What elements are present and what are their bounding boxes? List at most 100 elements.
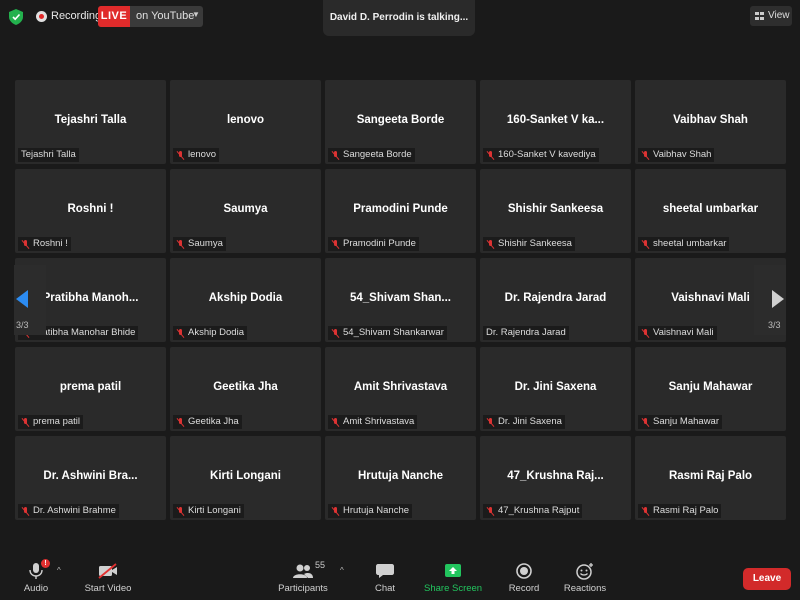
participant-tile[interactable]: Rasmi Raj Palo Rasmi Raj Palo: [635, 436, 786, 520]
audio-options-chevron-icon[interactable]: ^: [57, 566, 61, 575]
participants-options-chevron-icon[interactable]: ^: [340, 566, 344, 575]
participant-name-label: Roshni !: [18, 237, 71, 251]
participant-label-text: Akship Dodia: [188, 327, 244, 338]
participant-tile[interactable]: prema patil prema patil: [15, 347, 166, 431]
participant-tile[interactable]: Kirti Longani Kirti Longani: [170, 436, 321, 520]
muted-microphone-icon: [641, 239, 650, 250]
participant-tile[interactable]: Dr. Rajendra Jarad Dr. Rajendra Jarad: [480, 258, 631, 342]
muted-microphone-icon: [176, 239, 185, 250]
participants-icon: 55: [292, 560, 325, 580]
participant-tile[interactable]: Pramodini Punde Pramodini Punde: [325, 169, 476, 253]
audio-label: Audio: [23, 583, 49, 594]
participant-tile[interactable]: Geetika Jha Geetika Jha: [170, 347, 321, 431]
participant-name-label: Vaibhav Shah: [638, 148, 715, 162]
participant-tile[interactable]: 160-Sanket V ka... 160-Sanket V kavediya: [480, 80, 631, 164]
chevron-down-icon: ▼: [192, 10, 200, 19]
muted-microphone-icon: [21, 417, 30, 428]
muted-microphone-icon: [486, 239, 495, 250]
participant-tile[interactable]: Shishir Sankeesa Shishir Sankeesa: [480, 169, 631, 253]
participant-label-text: Geetika Jha: [188, 416, 239, 427]
participant-tile[interactable]: Akship Dodia Akship Dodia: [170, 258, 321, 342]
recording-icon[interactable]: [36, 11, 47, 22]
recording-label[interactable]: Recording: [51, 10, 101, 22]
participant-tile[interactable]: Hrutuja Nanche Hrutuja Nanche: [325, 436, 476, 520]
live-stream-control[interactable]: LIVE on YouTube ▼: [98, 6, 203, 27]
participant-tile[interactable]: Dr. Jini Saxena Dr. Jini Saxena: [480, 347, 631, 431]
arrow-left-icon: [16, 290, 28, 308]
video-grid: Tejashri Talla Tejashri Talla lenovo lenovo…: [15, 80, 786, 520]
muted-microphone-icon: [331, 417, 340, 428]
page-indicator-right: 3/3: [768, 320, 781, 330]
previous-page-button[interactable]: 3/3: [14, 265, 46, 335]
participant-name-label: lenovo: [173, 148, 219, 162]
participant-tile[interactable]: Tejashri Talla Tejashri Talla: [15, 80, 166, 164]
participant-tile[interactable]: 54_Shivam Shan... 54_Shivam Shankarwar: [325, 258, 476, 342]
muted-microphone-icon: [21, 506, 30, 517]
start-video-label: Start Video: [84, 583, 132, 594]
participant-label-text: Dr. Rajendra Jarad: [486, 327, 566, 338]
participant-name-label: 47_Krushna Rajput: [483, 504, 583, 518]
participant-tile[interactable]: Sangeeta Borde Sangeeta Borde: [325, 80, 476, 164]
muted-microphone-icon: [486, 150, 495, 161]
participant-tile[interactable]: Saumya Saumya: [170, 169, 321, 253]
participant-name-label: Dr. Jini Saxena: [483, 415, 565, 429]
participant-label-text: Pratibha Manohar Bhide: [33, 327, 136, 338]
participant-name-label: Tejashri Talla: [18, 148, 79, 162]
participant-label-text: Sangeeta Borde: [343, 149, 412, 160]
view-button[interactable]: View: [750, 6, 792, 26]
security-shield-icon[interactable]: [9, 9, 23, 25]
participant-display-name: Hrutuja Nanche: [358, 470, 443, 482]
chat-label: Chat: [374, 583, 396, 594]
participant-display-name: Dr. Jini Saxena: [514, 381, 597, 393]
share-screen-button[interactable]: Share Screen: [424, 562, 482, 594]
participant-tile[interactable]: 47_Krushna Raj... 47_Krushna Rajput: [480, 436, 631, 520]
participants-button[interactable]: 55 Participants: [277, 560, 329, 594]
muted-microphone-icon: [331, 328, 340, 339]
video-off-icon: [97, 562, 119, 580]
participant-display-name: Saumya: [223, 203, 268, 215]
participant-label-text: 54_Shivam Shankarwar: [343, 327, 444, 338]
participant-tile[interactable]: sheetal umbarkar sheetal umbarkar: [635, 169, 786, 253]
participant-name-label: 54_Shivam Shankarwar: [328, 326, 447, 340]
participant-display-name: prema patil: [59, 381, 122, 393]
muted-microphone-icon: [641, 506, 650, 517]
chat-button[interactable]: Chat: [371, 562, 399, 594]
next-page-button[interactable]: 3/3: [754, 265, 786, 335]
participant-label-text: Pramodini Punde: [343, 238, 416, 249]
participant-tile[interactable]: Dr. Ashwini Bra... Dr. Ashwini Brahme: [15, 436, 166, 520]
leave-button[interactable]: Leave: [743, 568, 791, 590]
participant-tile[interactable]: Vaibhav Shah Vaibhav Shah: [635, 80, 786, 164]
participant-name-label: Geetika Jha: [173, 415, 242, 429]
participant-display-name: Dr. Ashwini Bra...: [43, 470, 138, 482]
record-label: Record: [508, 583, 540, 594]
participant-display-name: Sanju Mahawar: [668, 381, 753, 393]
participant-label-text: 47_Krushna Rajput: [498, 505, 580, 516]
muted-microphone-icon: [641, 328, 650, 339]
participant-label-text: prema patil: [33, 416, 80, 427]
muted-microphone-icon: [641, 150, 650, 161]
participant-label-text: Dr. Ashwini Brahme: [33, 505, 116, 516]
participant-name-label: Saumya: [173, 237, 226, 251]
participant-label-text: Dr. Jini Saxena: [498, 416, 562, 427]
audio-button[interactable]: ! Audio: [20, 559, 52, 594]
reactions-label: Reactions: [563, 583, 607, 594]
participant-display-name: Geetika Jha: [213, 381, 278, 393]
participant-label-text: Kirti Longani: [188, 505, 241, 516]
participant-display-name: Shishir Sankeesa: [507, 203, 604, 215]
participant-label-text: Tejashri Talla: [21, 149, 76, 160]
record-button[interactable]: Record: [507, 562, 541, 594]
audio-alert-badge: !: [41, 559, 50, 568]
participant-tile[interactable]: Roshni ! Roshni !: [15, 169, 166, 253]
participant-display-name: Roshni !: [67, 203, 114, 215]
participant-display-name: Akship Dodia: [208, 292, 283, 304]
participant-tile[interactable]: Amit Shrivastava Amit Shrivastava: [325, 347, 476, 431]
participant-tile[interactable]: lenovo lenovo: [170, 80, 321, 164]
muted-microphone-icon: [331, 150, 340, 161]
start-video-button[interactable]: Start Video: [82, 562, 134, 594]
muted-microphone-icon: [176, 328, 185, 339]
participant-display-name: Kirti Longani: [210, 470, 281, 482]
participant-name-label: Shishir Sankeesa: [483, 237, 575, 251]
reactions-button[interactable]: Reactions: [563, 562, 607, 594]
participant-tile[interactable]: Sanju Mahawar Sanju Mahawar: [635, 347, 786, 431]
page-indicator-left: 3/3: [16, 320, 29, 330]
